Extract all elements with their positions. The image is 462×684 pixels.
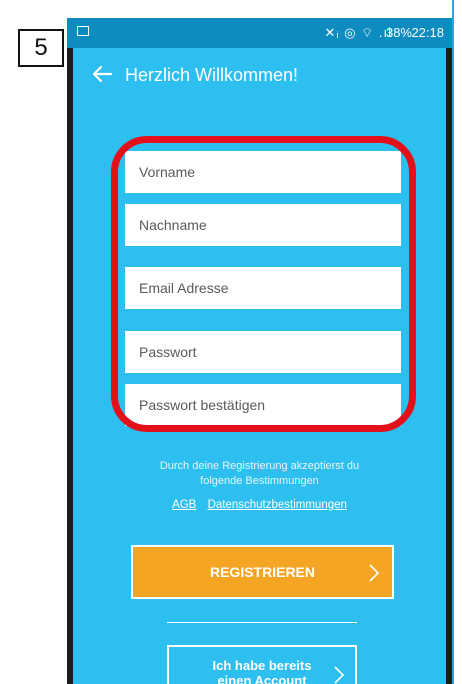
highlight-circle-annotation (111, 136, 416, 432)
terms-links: AGB Datenschutzbestimmungen (73, 499, 446, 511)
account-button-line1: Ich habe bereits (212, 658, 312, 673)
page-title: Herzlich Willkommen! (125, 65, 299, 85)
chevron-right-icon (334, 666, 345, 684)
chevron-right-icon (369, 564, 380, 582)
terms-text-line1: Durch deine Registrierung akzeptierst du (159, 460, 360, 472)
status-bar: ✕ᵢ ◎ ⌔ .ıl 38% 22:18 (67, 18, 452, 48)
step-number-box: 5 (18, 29, 64, 67)
status-time: 22:18 (411, 25, 444, 40)
image-notification-icon (77, 26, 89, 36)
page-edge-rule (452, 0, 454, 684)
account-button-line2: einen Account (217, 673, 307, 684)
back-arrow-icon[interactable] (91, 63, 113, 85)
terms-text-line2: folgende Bestimmungen (200, 475, 319, 487)
register-button[interactable]: REGISTRIEREN (131, 545, 394, 599)
status-icons: ✕ᵢ ◎ ⌔ .ıl (324, 25, 392, 40)
agb-link[interactable]: AGB (172, 499, 196, 511)
registration-screen: Herzlich Willkommen! Vorname Nachname Em… (73, 48, 446, 684)
divider (167, 622, 357, 623)
battery-percentage: 38% (385, 25, 412, 40)
existing-account-button[interactable]: Ich habe bereits einen Account (167, 645, 357, 684)
phone-frame: ✕ᵢ ◎ ⌔ .ıl 38% 22:18 Herzlich Willkommen… (67, 18, 452, 684)
app-bar: Herzlich Willkommen! (73, 48, 446, 106)
register-button-label: REGISTRIEREN (209, 564, 315, 580)
privacy-policy-link[interactable]: Datenschutzbestimmungen (208, 499, 347, 511)
